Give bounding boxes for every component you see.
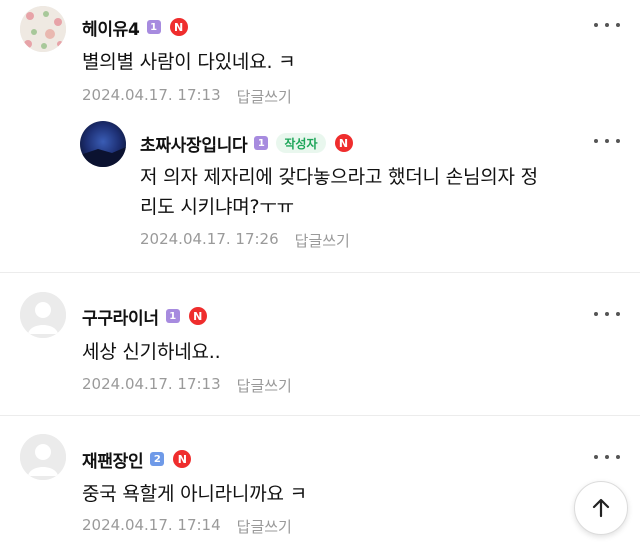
more-options-icon[interactable]	[594, 452, 620, 462]
new-badge: N	[173, 450, 192, 468]
avatar[interactable]	[20, 434, 66, 480]
new-badge: N	[334, 134, 353, 152]
author-name[interactable]: 헤이유4	[82, 15, 140, 40]
comment-text: 중국 욕할게 아니라니까요 ㅋ	[82, 483, 307, 505]
level-badge: 2	[150, 452, 165, 466]
avatar[interactable]	[20, 6, 66, 52]
divider	[0, 272, 640, 273]
reply-button[interactable]: 답글쓰기	[237, 375, 292, 396]
more-options-icon[interactable]	[594, 20, 620, 30]
comment-date: 2024.04.17. 17:26	[140, 230, 279, 248]
reply-button[interactable]: 답글쓰기	[237, 516, 292, 537]
author-name[interactable]: 초짜사장입니다	[140, 131, 248, 156]
level-badge: 1	[165, 309, 180, 323]
more-options-icon[interactable]	[594, 136, 620, 146]
comment-date: 2024.04.17. 17:13	[82, 86, 221, 104]
comment-date: 2024.04.17. 17:13	[82, 375, 221, 393]
avatar[interactable]	[80, 121, 126, 167]
author-name[interactable]: 구구라이너	[82, 304, 159, 329]
level-badge: 1	[146, 20, 161, 34]
comment-text: 별의별 사람이 다있네요. ㅋ	[82, 51, 296, 73]
arrow-up-icon	[592, 498, 610, 518]
reply-button[interactable]: 답글쓰기	[237, 86, 292, 107]
avatar[interactable]	[20, 292, 66, 338]
more-options-icon[interactable]	[594, 309, 620, 319]
comment-date: 2024.04.17. 17:14	[82, 516, 221, 534]
reply-button[interactable]: 답글쓰기	[295, 230, 350, 251]
author-name[interactable]: 재팬장인	[82, 447, 144, 472]
scroll-to-top-button[interactable]	[574, 481, 628, 535]
divider	[0, 415, 640, 416]
comment-text: 세상 신기하네요..	[82, 341, 221, 363]
comment-text-line-2: 리도 시키냐며?ㅜㅠ	[140, 196, 294, 218]
new-badge: N	[169, 18, 188, 36]
comment-text-line-1: 저 의자 제자리에 갖다놓으라고 했더니 손님의자 정	[140, 166, 538, 188]
author-tag: 작성자	[276, 133, 326, 153]
new-badge: N	[188, 307, 207, 325]
level-badge: 1	[254, 136, 269, 150]
